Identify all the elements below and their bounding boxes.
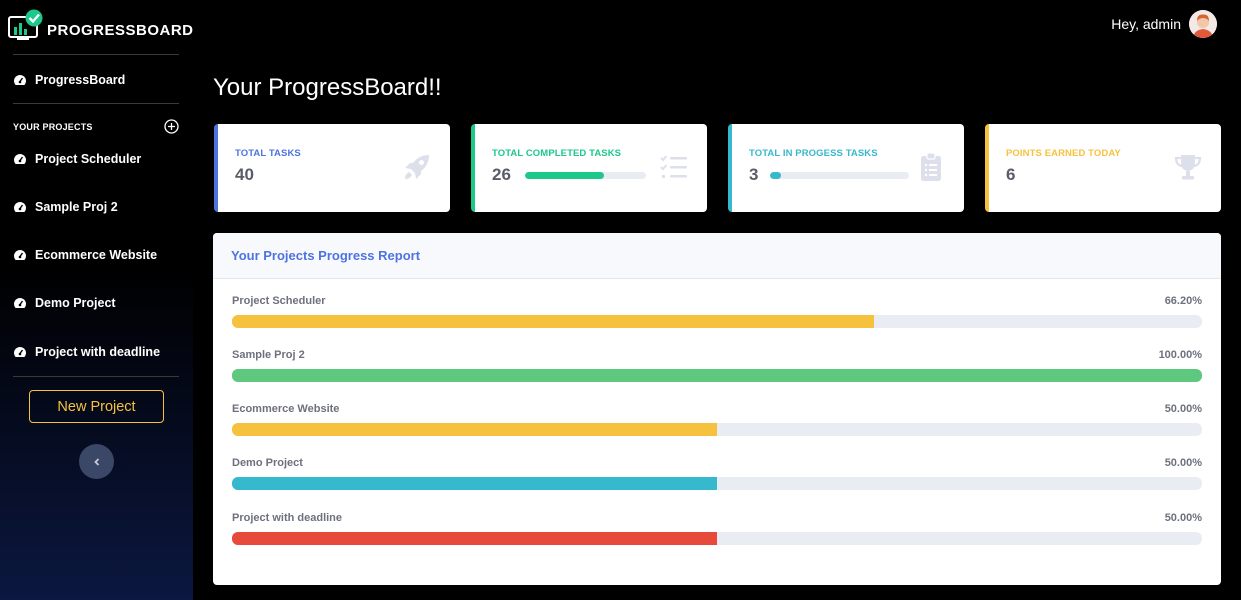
sidebar-item-label: Demo Project — [35, 296, 116, 310]
sidebar-item-label: Ecommerce Website — [35, 248, 158, 262]
clipboard-list-icon — [921, 152, 941, 181]
points-earned-card: POINTS EARNED TODAY 6 — [985, 124, 1221, 212]
user-menu[interactable]: Hey, admin — [1111, 10, 1217, 38]
progress-fill — [232, 532, 717, 545]
user-greeting: Hey, admin — [1111, 16, 1181, 32]
progress-bar — [232, 532, 1202, 545]
in-progress-tasks-card: TOTAL IN PROGESS TASKS 3 — [728, 124, 964, 212]
progress-fill — [232, 315, 875, 328]
sidebar-item-project-with-deadline[interactable]: Project with deadline — [13, 345, 160, 359]
project-percent: 66.20% — [1164, 295, 1202, 307]
progress-fill — [232, 423, 717, 436]
sidebar-item-demo-project[interactable]: Demo Project — [13, 296, 116, 310]
sidebar: PROGRESSBOARD ProgressBoard YOUR PROJECT… — [0, 0, 193, 600]
divider — [13, 103, 179, 104]
project-name: Project Scheduler — [232, 295, 326, 307]
tachometer-icon — [13, 154, 27, 164]
divider — [13, 376, 179, 377]
sidebar-item-label: ProgressBoard — [35, 73, 126, 87]
project-name: Sample Proj 2 — [232, 349, 305, 361]
page-title: Your ProgressBoard!! — [213, 74, 442, 101]
total-tasks-card: TOTAL TASKS 40 — [214, 124, 450, 212]
section-title: YOUR PROJECTS — [13, 121, 93, 132]
report-header: Your Projects Progress Report — [213, 233, 1221, 279]
card-value-text: 40 — [235, 165, 254, 184]
project-percent: 50.00% — [1164, 403, 1202, 415]
in-progress-bar — [770, 171, 910, 179]
divider — [13, 54, 179, 55]
sidebar-item-label: Project Scheduler — [35, 152, 142, 166]
projects-section-header: YOUR PROJECTS — [13, 119, 179, 134]
completed-progress-bar — [524, 171, 646, 179]
progress-bar — [232, 369, 1202, 382]
sidebar-item-label: Project with deadline — [35, 345, 161, 359]
card-value-text: 3 — [749, 165, 759, 184]
brand[interactable]: PROGRESSBOARD — [8, 8, 194, 44]
sidebar-item-dashboard[interactable]: ProgressBoard — [13, 73, 125, 87]
project-progress-row: Ecommerce Website 50.00% — [232, 403, 1202, 436]
progress-fill — [232, 369, 1202, 382]
progress-fill — [770, 171, 781, 179]
sidebar-item-label: Sample Proj 2 — [35, 200, 118, 214]
brand-name: PROGRESSBOARD — [47, 21, 194, 39]
project-progress-row: Project Scheduler 66.20% — [232, 295, 1202, 328]
completed-tasks-card: TOTAL COMPLETED TASKS 26 — [471, 124, 707, 212]
plus-circle-icon[interactable] — [164, 119, 179, 134]
progress-bar — [232, 477, 1202, 490]
project-progress-row: Project with deadline 50.00% — [232, 512, 1202, 545]
progress-bar — [232, 423, 1202, 436]
rocket-icon — [405, 155, 429, 179]
new-project-button[interactable]: New Project — [29, 390, 164, 423]
tachometer-icon — [13, 347, 27, 357]
progress-fill — [524, 171, 604, 179]
report-title: Your Projects Progress Report — [231, 248, 421, 263]
card-value-text: 26 — [492, 165, 511, 184]
sidebar-item-sample-proj-2[interactable]: Sample Proj 2 — [13, 200, 118, 214]
project-percent: 50.00% — [1164, 457, 1202, 469]
tachometer-icon — [13, 250, 27, 260]
project-name: Ecommerce Website — [232, 403, 340, 415]
project-name: Project with deadline — [232, 512, 343, 524]
sidebar-toggle-button[interactable] — [79, 444, 114, 479]
project-percent: 50.00% — [1164, 512, 1202, 524]
card-value-text: 6 — [1006, 165, 1016, 184]
project-progress-row: Sample Proj 2 100.00% — [232, 349, 1202, 382]
progress-report-panel: Your Projects Progress Report Project Sc… — [213, 233, 1221, 585]
tachometer-icon — [13, 75, 27, 85]
tachometer-icon — [13, 298, 27, 308]
progress-fill — [232, 477, 717, 490]
project-progress-row: Demo Project 50.00% — [232, 457, 1202, 490]
sidebar-item-project-scheduler[interactable]: Project Scheduler — [13, 152, 141, 166]
project-name: Demo Project — [232, 457, 303, 469]
tachometer-icon — [13, 202, 27, 212]
project-percent: 100.00% — [1158, 349, 1202, 361]
trophy-icon — [1174, 155, 1202, 180]
chevron-left-icon — [93, 457, 99, 466]
progress-bar — [232, 315, 1202, 328]
avatar — [1189, 10, 1217, 38]
sidebar-item-ecommerce-website[interactable]: Ecommerce Website — [13, 248, 157, 262]
monitor-check-icon — [8, 9, 44, 43]
tasks-icon — [660, 155, 687, 178]
